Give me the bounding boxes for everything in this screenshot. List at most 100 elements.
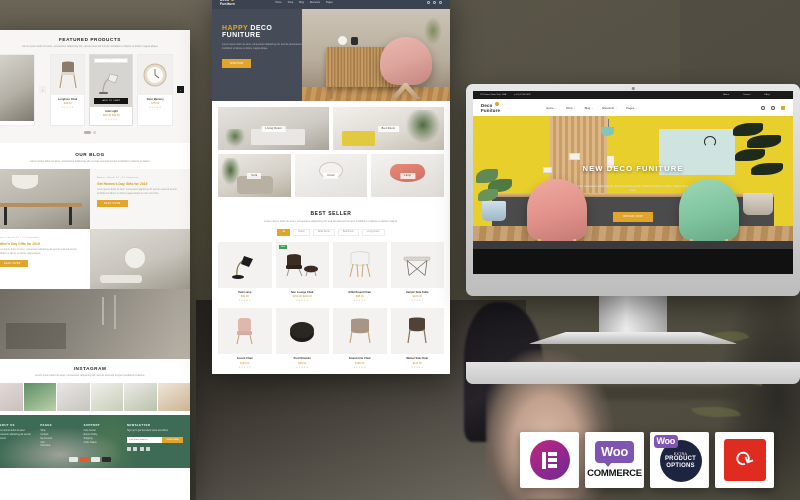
product-card[interactable]: Walnut Side Chair $110.00 ★★★★★ xyxy=(390,308,444,369)
main-nav[interactable]: Home Shop Blog Elements Pages xyxy=(546,106,637,110)
instagram-tile[interactable] xyxy=(124,382,157,411)
nav-item-shop[interactable]: Shop xyxy=(288,1,294,4)
category-card[interactable]: Sofa xyxy=(218,154,291,197)
cart-icon[interactable] xyxy=(439,1,442,4)
carousel-prev-button[interactable]: ‹ xyxy=(38,86,46,94)
footer-link[interactable]: Checkout xyxy=(40,445,77,449)
blog-read-more-button[interactable]: READ MORE xyxy=(0,260,28,268)
add-to-cart-button[interactable]: ADD TO CART xyxy=(94,97,129,104)
product-name: Task Lamp xyxy=(238,290,252,294)
newsletter-email-input[interactable] xyxy=(126,436,163,443)
topbar-link-faqs[interactable]: FAQs xyxy=(765,94,770,96)
product-price: $180.00 xyxy=(355,361,365,365)
category-card[interactable]: Bed Room xyxy=(333,107,444,150)
blog-post-heading[interactable]: Get Homes's Day Gifts for 2019 xyxy=(97,182,183,186)
product-card[interactable]: Deco Memory $75.00 ★★★★★ xyxy=(137,53,173,127)
instagram-icon[interactable] xyxy=(139,446,144,451)
carousel-dots[interactable] xyxy=(0,131,190,134)
site-topbar[interactable]: 123 Street, New York, USA (+01) 1234 567… xyxy=(473,91,793,99)
product-name: Arch Light xyxy=(104,109,118,113)
main-nav[interactable]: Home Shop Blog Elements Pages xyxy=(275,1,333,4)
nav-item-blog[interactable]: Blog xyxy=(585,106,594,110)
category-card[interactable]: Lamp xyxy=(371,154,445,197)
tab-table-decor[interactable]: Table Decor xyxy=(312,228,335,236)
product-card[interactable]: Task Lamp $39.00 ★★★★★ xyxy=(218,241,272,302)
product-card[interactable]: Hairpin Side Table $120.00 ★★★★★ xyxy=(390,241,444,302)
instagram-tile[interactable] xyxy=(90,382,123,411)
footer-social-links[interactable] xyxy=(126,446,183,451)
product-card[interactable]: Eiffel Round Chair $98.00 ★★★★★ xyxy=(333,241,387,302)
badge-extra-product-options[interactable]: Woo EXTRA PRODUCT OPTIONS xyxy=(650,432,709,488)
monitor-screen[interactable]: 123 Street, New York, USA (+01) 1234 567… xyxy=(473,91,793,274)
nav-item-elements[interactable]: Elements xyxy=(602,106,617,110)
nav-item-pages[interactable]: Pages xyxy=(326,1,333,4)
blog-read-more-button[interactable]: READ MORE xyxy=(97,200,128,208)
topbar-links[interactable]: About Contact FAQs xyxy=(723,94,778,96)
blog-post-heading[interactable]: Father's Day Gifts for 2019 xyxy=(0,242,83,246)
product-card[interactable]: SALE Noir Lounge Chair $290.00 $240.00 ★… xyxy=(275,241,329,302)
mid-site-header[interactable]: Deco Funiture Home Shop Blog Elements Pa… xyxy=(212,0,450,9)
user-icon[interactable] xyxy=(761,105,765,110)
header-icons[interactable] xyxy=(761,105,785,110)
category-row-bottom[interactable]: Sofa Clock Lamp xyxy=(218,154,445,197)
category-row-top[interactable]: Living Room Bed Room xyxy=(218,107,444,150)
featured-banner-card[interactable] xyxy=(0,53,35,127)
slider-revolution-icon: ⟳ xyxy=(723,439,766,481)
search-icon[interactable] xyxy=(771,105,775,110)
product-card[interactable]: Scandi Arm Chair $180.00 ★★★★★ xyxy=(333,308,387,369)
hero-shop-now-button[interactable]: SHOP NOW xyxy=(222,58,252,68)
nav-item-shop[interactable]: Shop xyxy=(566,106,576,110)
site-logo[interactable]: Deco Funiture xyxy=(481,101,500,114)
nav-item-pages[interactable]: Pages xyxy=(626,106,637,110)
instagram-tile[interactable] xyxy=(157,382,190,411)
carousel-next-button[interactable]: › xyxy=(177,86,184,94)
hero-order-now-button[interactable]: ORDER NOW xyxy=(612,211,654,222)
instagram-tile[interactable] xyxy=(23,382,56,411)
tab-all[interactable]: All xyxy=(277,228,290,236)
cart-icon[interactable] xyxy=(781,105,785,110)
badge-slider-revolution[interactable]: ⟳ xyxy=(715,432,774,488)
hero-heading-accent: HAPPY xyxy=(222,25,248,32)
twitter-icon[interactable] xyxy=(133,446,138,451)
search-icon[interactable] xyxy=(427,1,430,4)
instagram-tile[interactable] xyxy=(57,382,90,411)
user-icon[interactable] xyxy=(433,1,436,4)
footer-link[interactable]: Order Status xyxy=(84,442,121,446)
site-logo[interactable]: Deco Funiture xyxy=(220,0,235,7)
facebook-icon[interactable] xyxy=(126,446,131,451)
pinterest-icon[interactable] xyxy=(146,446,151,451)
category-card[interactable]: Living Room xyxy=(218,107,329,150)
blog-post-row[interactable]: Admin • March 18 • 12 Comments Father's … xyxy=(0,229,190,290)
quantity-stepper[interactable]: − 1 + xyxy=(94,57,129,63)
mockup-left-homepage[interactable]: FEATURED PRODUCTS Lorem ipsum dolor sit … xyxy=(0,30,190,500)
nav-item-home[interactable]: Home xyxy=(546,106,557,110)
site-header[interactable]: Deco Funiture Home Shop Blog Elements Pa… xyxy=(473,99,793,116)
product-card[interactable]: Pouf Ottoman $89.00 ★★★★★ xyxy=(275,308,329,369)
category-card[interactable]: Clock xyxy=(294,154,368,197)
badge-elementor[interactable] xyxy=(520,432,579,488)
newsletter-subscribe-button[interactable]: SUBSCRIBE xyxy=(162,436,183,443)
tab-chairs[interactable]: Chairs xyxy=(293,228,310,236)
nav-item-elements[interactable]: Elements xyxy=(310,1,320,4)
featured-carousel[interactable]: ‹ Longhorn Chair $48.00 ★★★★★ − 1 + ADD … xyxy=(0,53,190,127)
nav-item-blog[interactable]: Blog xyxy=(299,1,304,4)
product-card-hover[interactable]: − 1 + ADD TO CART Arch Light $59.00 $49.… xyxy=(89,53,134,127)
category-grid[interactable]: Living Room Bed Room Sofa Clock Lamp xyxy=(212,101,450,203)
newsletter-form[interactable]: SUBSCRIBE xyxy=(126,436,183,443)
badge-woocommerce[interactable]: Woo COMMERCE xyxy=(585,432,644,488)
blog-post-row[interactable]: Admin • March 24 • 25 Comments Get Homes… xyxy=(0,169,190,230)
bestseller-row[interactable]: Task Lamp $39.00 ★★★★★ SALE Noir Lounge … xyxy=(218,241,444,302)
tab-bed-room[interactable]: Bed Room xyxy=(337,228,359,236)
bestseller-row[interactable]: Accent Chair $145.00 ★★★★★ Pouf Ottoman xyxy=(218,308,444,369)
topbar-link-about[interactable]: About xyxy=(723,94,729,96)
topbar-link-contact[interactable]: Contact xyxy=(743,94,751,96)
instagram-gallery[interactable] xyxy=(0,382,190,411)
nav-item-home[interactable]: Home xyxy=(275,1,281,4)
tab-living-room[interactable]: Living Room xyxy=(361,228,385,236)
instagram-tile[interactable] xyxy=(0,382,23,411)
product-card[interactable]: Longhorn Chair $48.00 ★★★★★ xyxy=(49,53,86,127)
mockup-middle-homepage[interactable]: Deco Funiture Home Shop Blog Elements Pa… xyxy=(212,0,450,374)
bestseller-filter-tabs[interactable]: All Chairs Table Decor Bed Room Living R… xyxy=(218,228,444,236)
product-card[interactable]: Accent Chair $145.00 ★★★★★ xyxy=(218,308,272,369)
header-icons[interactable] xyxy=(427,1,442,4)
